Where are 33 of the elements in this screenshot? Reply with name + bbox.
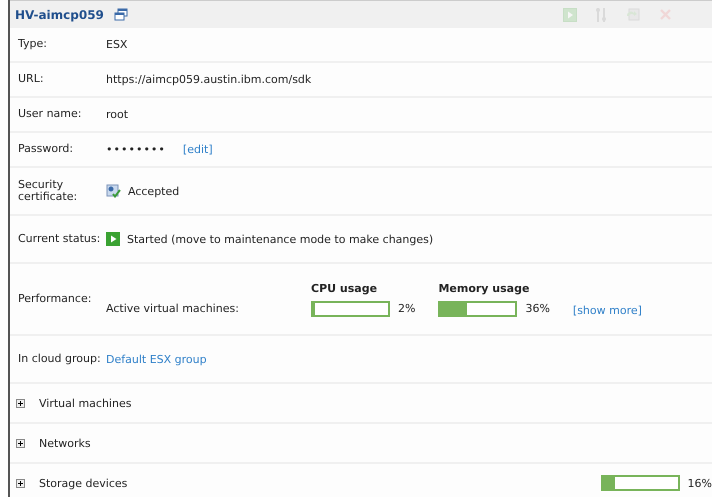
field-label: URL: — [18, 73, 45, 86]
field-label: In cloud group: — [18, 352, 102, 366]
usage-reading: 2% — [398, 302, 416, 315]
field-label: Security certificate: — [18, 178, 78, 204]
field-value: Active virtual machines: — [106, 302, 240, 314]
field-value: Accepted — [128, 184, 180, 198]
field-label: Password: — [18, 143, 74, 156]
section-title: Storage devices — [39, 476, 128, 490]
field-label: User name: — [18, 108, 82, 121]
host-title: HV-aimcp059 — [15, 8, 104, 22]
field-value: ESX — [106, 38, 128, 51]
section-title: Networks — [39, 436, 92, 450]
play-icon — [106, 232, 120, 246]
field-value: root — [106, 108, 128, 121]
usage-reading: 16% — [688, 476, 712, 490]
certificate-icon — [106, 184, 121, 198]
cloud-group-link[interactable]: Default ESX group — [106, 352, 207, 366]
edit-link[interactable]: [edit] — [182, 143, 213, 156]
field-value: https://aimcp059.austin.ibm.com/sdk — [106, 73, 312, 86]
expand-button[interactable] — [16, 398, 25, 408]
show-more-link[interactable]: [show more] — [572, 304, 642, 316]
expand-button[interactable] — [16, 438, 25, 448]
usage-reading: 36% — [525, 302, 550, 315]
field-label: Type: — [18, 38, 48, 51]
windows-icon[interactable] — [114, 8, 128, 21]
section-title: Virtual machines — [39, 396, 132, 410]
field-label: Current status: — [18, 232, 102, 246]
status-text: Started (move to maintenance mode to make changes) — [127, 232, 434, 246]
meter-title: CPU usage — [311, 282, 378, 294]
password-value: •••••••• — [106, 143, 166, 156]
expand-button[interactable] — [16, 478, 25, 488]
meter-title: Memory usage — [438, 282, 530, 294]
field-label: Performance: — [18, 292, 92, 306]
